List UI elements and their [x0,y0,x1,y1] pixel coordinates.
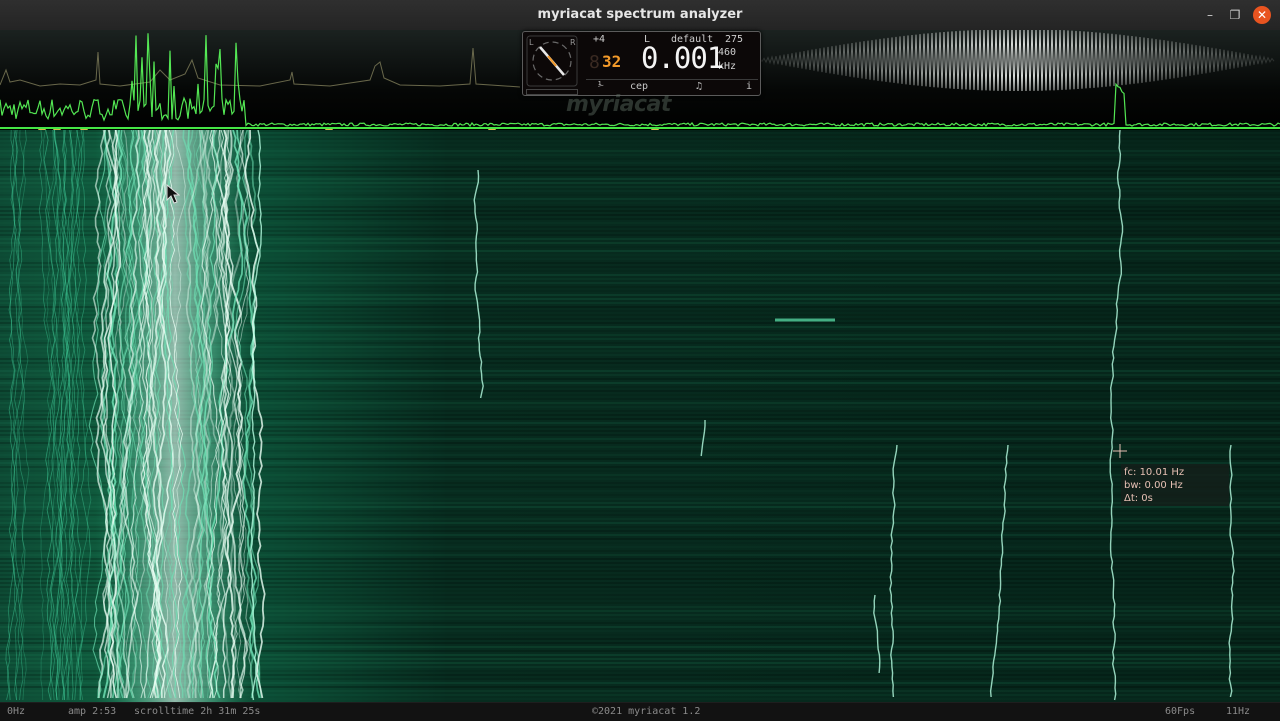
amplitude-status[interactable]: amp 2:53 [68,706,116,717]
pitch-offset: +4 [593,34,606,45]
tooltip-delta-time: Δt: 0s [1124,493,1153,504]
cepstrum-button[interactable]: cep [630,81,648,92]
cursor-tooltip: fc: 10.01 Hz bw: 0.00 Hz Δt: 0s [1121,464,1229,506]
close-button[interactable]: ✕ [1253,6,1271,24]
title-bar: myriacat spectrum analyzer – ❐ ✕ [0,0,1280,31]
minimize-button[interactable]: – [1202,7,1218,23]
crosshair-icon [1113,444,1127,458]
info-button[interactable]: i [746,81,752,92]
dial-label-left: L [529,38,534,47]
mouse-pointer-icon [166,184,180,204]
tooltip-center-frequency: fc: 10.01 Hz [1124,467,1185,478]
waterfall-spectrogram[interactable] [0,130,1280,702]
tuner-panel[interactable]: L R +4 L default 275 460 kHz 8 32 0.001 … [522,31,761,96]
status-bar: 0Hz amp 2:53 scrolltime 2h 31m 25s ©2021… [0,702,1280,721]
copyright-text: ©2021 myriacat 1.2 [592,706,701,717]
octave-readout: 32 [602,52,622,71]
window-title: myriacat spectrum analyzer [537,7,743,22]
tooltip-bandwidth: bw: 0.00 Hz [1124,480,1183,491]
tuner-dial-icon[interactable]: L R [526,35,578,87]
reciprocal-button[interactable]: ⅟ [598,81,604,92]
axis-min-frequency: 0Hz [7,706,26,717]
pointer-shape [166,184,180,204]
fps-counter: 60Fps [1165,706,1196,717]
music-note-icon[interactable]: ♫ [696,81,702,92]
dial-label-right: R [570,38,576,47]
axis-max-frequency: 11Hz [1226,706,1251,717]
readout-top: 275 [725,34,744,45]
dial-needle-accent [547,55,557,67]
frequency-readout: 0.001 [641,41,724,75]
maximize-button[interactable]: ❐ [1227,7,1243,23]
myriacat-logo: myriacat [566,92,671,117]
scrolltime-status[interactable]: scrolltime 2h 31m 25s [134,706,260,717]
octave-ghost-digit: 8 [589,52,600,73]
